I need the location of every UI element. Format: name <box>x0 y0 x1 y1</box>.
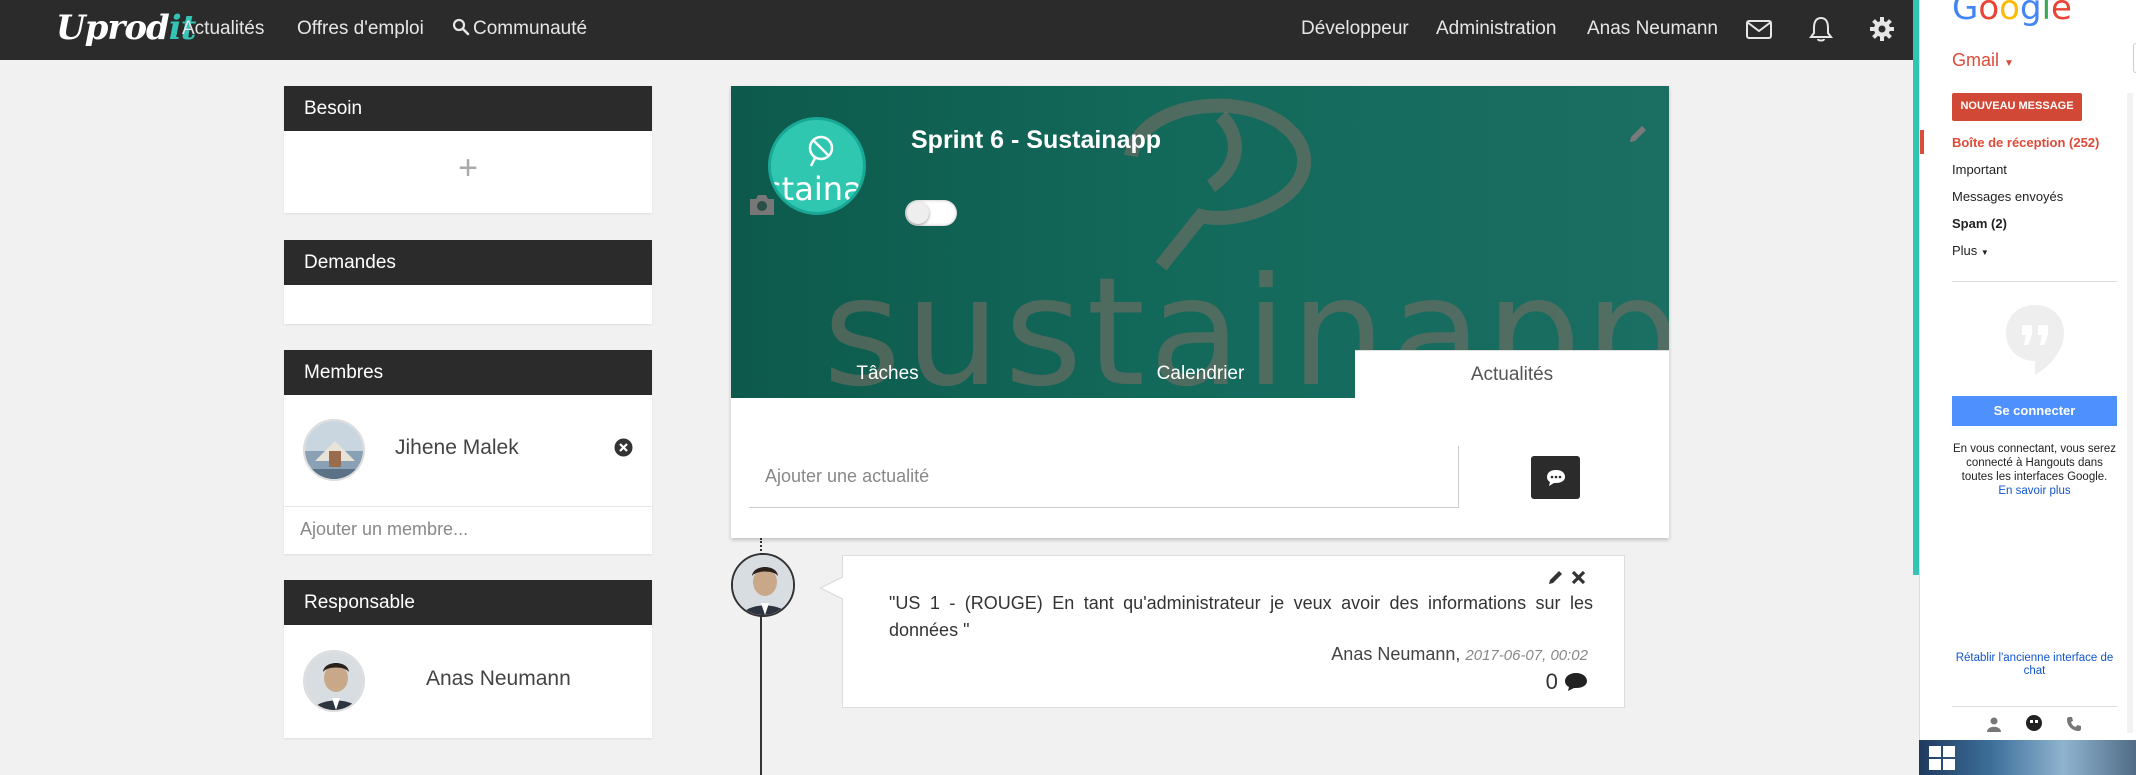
membres-panel-title: Membres <box>284 350 652 395</box>
post-date: 2017-06-07, 00:02 <box>1465 647 1588 664</box>
member-row: Jihene Malek <box>284 395 652 507</box>
post-meta: Anas Neumann, 2017-06-07, 00:02 <box>1331 644 1588 665</box>
top-navbar: Uprodit Actualités Offres d'emploi Commu… <box>0 0 1915 60</box>
nav-link-actualites[interactable]: Actualités <box>182 18 264 40</box>
google-logo-letter: o <box>1999 0 2020 28</box>
logo-main: Uprod <box>56 8 170 48</box>
membres-panel: Membres Jihene Malek <box>284 350 652 554</box>
gmail-side-panel: Google Gmail ▼ NOUVEAU MESSAGE Boîte de … <box>1919 0 2136 775</box>
hangouts-icon[interactable] <box>2025 715 2043 733</box>
add-news-input[interactable] <box>749 446 1458 507</box>
post-author-avatar-image <box>733 555 793 615</box>
google-logo-letter: G <box>1952 0 1979 28</box>
google-logo-letter: e <box>2051 0 2072 28</box>
nav-link-communaute[interactable]: Communauté <box>452 18 587 40</box>
plus-icon: + <box>458 149 478 187</box>
hangouts-icon <box>2006 305 2064 375</box>
hangouts-description-text: En vous connectant, vous serez connecté … <box>1952 443 2116 483</box>
google-logo-letter: g <box>2019 0 2042 28</box>
person-icon[interactable] <box>1986 716 2002 732</box>
demandes-panel-title: Demandes <box>284 240 652 285</box>
gmail-divider <box>1952 281 2117 282</box>
post-comment-count[interactable]: 0 <box>1546 669 1588 695</box>
google-logo: Google <box>1952 0 2072 28</box>
nav-link-developpeur[interactable]: Développeur <box>1301 18 1409 40</box>
search-icon <box>452 18 470 36</box>
comment-count-value: 0 <box>1545 669 1558 694</box>
gmail-important-link[interactable]: Important <box>1952 162 2007 177</box>
member-avatar[interactable] <box>303 419 365 481</box>
responsable-name[interactable]: Anas Neumann <box>426 667 571 691</box>
gmail-more-label: Plus <box>1952 243 1978 258</box>
compose-button[interactable]: NOUVEAU MESSAGE <box>1952 93 2082 121</box>
responsable-avatar[interactable] <box>303 650 365 712</box>
nav-link-user-profile[interactable]: Anas Neumann <box>1587 18 1718 40</box>
pencil-icon[interactable] <box>1626 122 1650 146</box>
besoin-panel: Besoin + <box>284 86 652 213</box>
uprodit-logo[interactable]: Uprodit <box>56 8 196 48</box>
send-news-button[interactable] <box>1531 456 1580 499</box>
news-input-wrapper <box>749 446 1459 508</box>
post-author[interactable]: Anas Neumann, <box>1331 644 1460 664</box>
nav-link-administration[interactable]: Administration <box>1436 18 1556 40</box>
inbox-active-marker <box>1920 130 1924 154</box>
nav-link-communaute-label: Communauté <box>473 18 588 39</box>
demandes-panel: Demandes <box>284 240 652 324</box>
member-avatar-image <box>305 421 363 479</box>
nav-link-offres-emploi[interactable]: Offres d'emploi <box>297 18 424 40</box>
google-logo-letter: o <box>1978 0 2000 28</box>
responsable-panel: Responsable Anas Neumann <box>284 580 652 738</box>
close-icon[interactable] <box>1571 570 1586 585</box>
gmail-scrollbar[interactable] <box>2127 93 2133 733</box>
gmail-inbox-link[interactable]: Boîte de réception (252) <box>1952 135 2099 150</box>
pencil-icon[interactable] <box>1547 568 1565 586</box>
caret-down-icon: ▼ <box>1980 248 1989 257</box>
tab-taches[interactable]: Tâches <box>731 350 1044 398</box>
tab-calendrier[interactable]: Calendrier <box>1044 350 1357 398</box>
add-besoin-button[interactable]: + <box>284 131 652 213</box>
besoin-panel-title: Besoin <box>284 86 652 131</box>
comment-icon <box>1547 470 1565 486</box>
bell-icon[interactable] <box>1806 14 1836 44</box>
comment-icon <box>1565 673 1587 691</box>
project-title: Sprint 6 - Sustainapp <box>911 126 1162 154</box>
project-logo-acorn <box>808 135 834 167</box>
restore-chat-link[interactable]: Rétablir l'ancienne interface de chat <box>1952 652 2117 678</box>
camera-icon[interactable] <box>747 192 777 218</box>
post-author-avatar[interactable] <box>731 553 795 617</box>
phone-icon[interactable] <box>2066 716 2082 732</box>
project-card: sustainapp stainap Sprint 6 - Sustainapp… <box>731 86 1669 538</box>
add-member-input[interactable] <box>284 507 652 552</box>
member-name[interactable]: Jihene Malek <box>395 436 519 460</box>
news-post-card: "US 1 - (ROUGE) En tant qu'administrateu… <box>842 555 1625 708</box>
gmail-label: Gmail <box>1952 50 2000 70</box>
close-circle-icon[interactable] <box>614 438 633 457</box>
gear-icon[interactable] <box>1867 14 1897 44</box>
hangouts-description: En vous connectant, vous serez connecté … <box>1952 442 2117 498</box>
gmail-footer-bar <box>1952 706 2117 740</box>
windows-taskbar-thumbnail <box>1919 740 2136 775</box>
gmail-spam-link[interactable]: Spam (2) <box>1952 216 2007 231</box>
project-logo[interactable]: stainap <box>768 117 866 215</box>
learn-more-link[interactable]: En savoir plus <box>1998 485 2070 497</box>
project-logo-text: stainap <box>768 170 863 208</box>
responsable-panel-title: Responsable <box>284 580 652 625</box>
caret-down-icon: ▼ <box>2004 58 2014 69</box>
project-visibility-toggle[interactable] <box>905 200 957 226</box>
tab-actualites[interactable]: Actualités <box>1355 350 1669 398</box>
envelope-icon[interactable] <box>1744 14 1774 44</box>
post-bubble-arrow-inner <box>822 577 844 599</box>
timeline-line <box>760 614 762 775</box>
gmail-more-link[interactable]: Plus ▼ <box>1952 243 1989 258</box>
post-text: "US 1 - (ROUGE) En tant qu'administrateu… <box>889 593 1593 640</box>
gmail-sent-link[interactable]: Messages envoyés <box>1952 189 2063 204</box>
responsable-avatar-image <box>305 652 363 710</box>
windows-icon[interactable] <box>1929 746 1955 770</box>
gmail-menu[interactable]: Gmail ▼ <box>1952 50 2014 71</box>
google-logo-letter: l <box>2041 0 2052 28</box>
toggle-knob <box>907 202 929 224</box>
hangouts-sign-in-button[interactable]: Se connecter <box>1952 396 2117 426</box>
